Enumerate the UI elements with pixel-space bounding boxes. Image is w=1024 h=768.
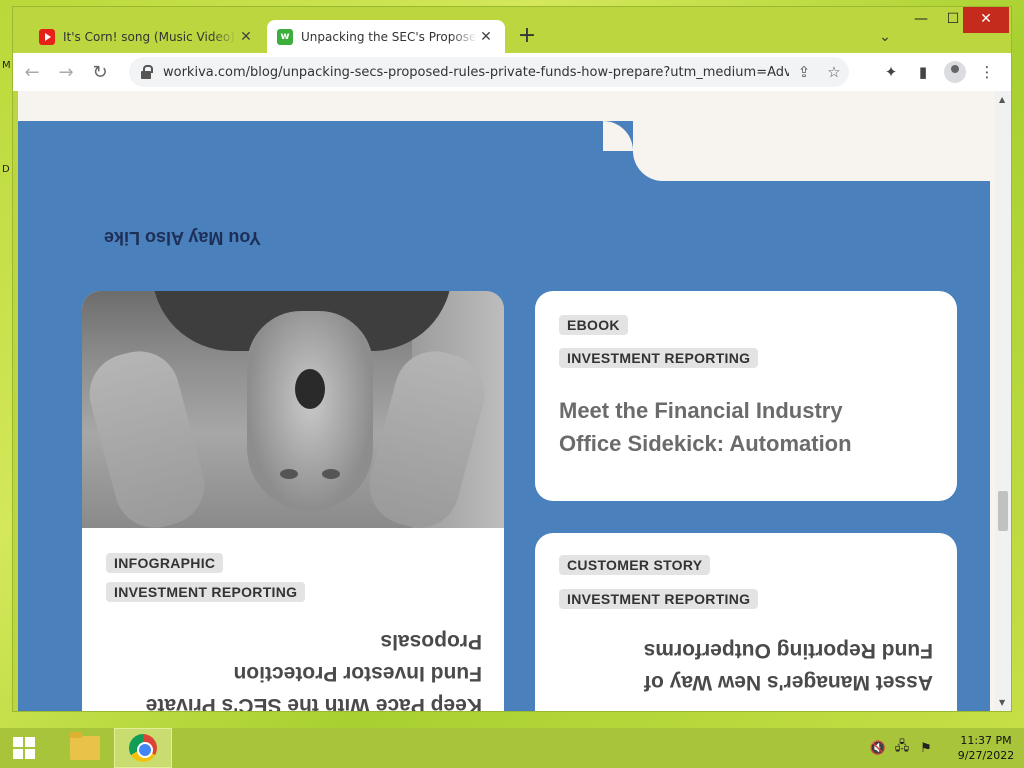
tab-title: Unpacking the SEC's Proposed R bbox=[301, 29, 477, 44]
tab-youtube[interactable]: It's Corn! song (Music Video) - Yo ✕ bbox=[29, 20, 265, 53]
minimize-button[interactable]: — bbox=[903, 7, 939, 33]
card-title-line: Fund Investor Protection bbox=[233, 662, 482, 685]
windows-logo-icon bbox=[13, 737, 35, 759]
start-button[interactable] bbox=[0, 728, 48, 768]
extensions-icon[interactable]: ✦ bbox=[875, 57, 907, 87]
tag-customer-story[interactable]: CUSTOMER STORY bbox=[559, 555, 711, 575]
card-image[interactable] bbox=[82, 291, 504, 528]
tab-search-icon[interactable]: ⌄ bbox=[873, 25, 897, 49]
browser-window: It's Corn! song (Music Video) - Yo ✕ w U… bbox=[12, 6, 1012, 712]
youtube-icon bbox=[39, 28, 55, 45]
desktop-label: D bbox=[2, 164, 10, 175]
related-card[interactable]: EBOOK INVESTMENT REPORTING Meet the Fina… bbox=[535, 291, 957, 501]
tag-investment-reporting[interactable]: INVESTMENT REPORTING bbox=[559, 589, 759, 609]
taskbar-chrome[interactable] bbox=[114, 728, 172, 768]
clock-date: 9/27/2022 bbox=[957, 749, 1015, 762]
tab-title: It's Corn! song (Music Video) - Yo bbox=[63, 29, 237, 44]
card-title-line: Keep Pace With the SEC's Private bbox=[145, 694, 482, 711]
card-title[interactable]: Keep Pace With the SEC's Private Fund In… bbox=[114, 621, 482, 711]
card-title-line: Fund Reporting Outperforms bbox=[643, 639, 933, 662]
section-notch bbox=[633, 121, 990, 181]
tag-investment-reporting[interactable]: INVESTMENT REPORTING bbox=[106, 582, 306, 602]
scroll-thumb[interactable] bbox=[998, 491, 1008, 531]
tab-workiva[interactable]: w Unpacking the SEC's Proposed R ✕ bbox=[267, 20, 505, 53]
folder-icon bbox=[70, 732, 100, 760]
card-title-line: Asset Manager's New Way of bbox=[644, 671, 933, 694]
close-window-button[interactable]: ✕ bbox=[963, 7, 1009, 33]
tag-infographic[interactable]: INFOGRAPHIC bbox=[106, 553, 224, 573]
menu-icon[interactable]: ⋮ bbox=[971, 57, 1003, 87]
share-icon[interactable]: ⇪ bbox=[789, 63, 819, 81]
bookmark-star-icon[interactable]: ☆ bbox=[819, 63, 849, 81]
clock[interactable]: 11:37 PM 9/27/2022 bbox=[948, 733, 1024, 763]
card-title[interactable]: Asset Manager's New Way of Fund Reportin… bbox=[559, 634, 933, 698]
card-title-line: Proposals bbox=[380, 630, 482, 653]
section-title: You May Also Like bbox=[104, 228, 262, 248]
url-text[interactable]: workiva.com/blog/unpacking-secs-proposed… bbox=[163, 65, 789, 80]
related-card[interactable]: CUSTOMER STORY INVESTMENT REPORTING Asse… bbox=[535, 533, 957, 711]
lock-icon[interactable] bbox=[141, 65, 153, 79]
network-icon[interactable]: 🖧 bbox=[890, 737, 914, 759]
reload-button[interactable]: ↻ bbox=[85, 57, 115, 87]
desktop-edge: M D bbox=[0, 0, 12, 728]
section-notch-corner bbox=[603, 121, 633, 151]
taskbar: 🔇 🖧 ⚑ 11:37 PM 9/27/2022 bbox=[0, 728, 1024, 768]
action-center-flag-icon[interactable]: ⚑ bbox=[914, 741, 938, 756]
workiva-icon: w bbox=[277, 28, 293, 45]
browser-toolbar: ← → ↻ workiva.com/blog/unpacking-secs-pr… bbox=[13, 53, 1011, 91]
tag-ebook[interactable]: EBOOK bbox=[559, 315, 628, 335]
card-title-line: Meet the Financial Industry bbox=[559, 398, 843, 423]
tag-investment-reporting[interactable]: INVESTMENT REPORTING bbox=[559, 348, 759, 368]
address-bar[interactable]: workiva.com/blog/unpacking-secs-proposed… bbox=[129, 57, 849, 87]
clock-time: 11:37 PM bbox=[960, 734, 1012, 747]
new-tab-button[interactable]: + bbox=[513, 23, 541, 51]
system-tray: 🔇 🖧 ⚑ 11:37 PM 9/27/2022 bbox=[866, 728, 1024, 768]
taskbar-file-explorer[interactable] bbox=[56, 728, 114, 768]
avatar bbox=[944, 61, 966, 83]
tab-strip: It's Corn! song (Music Video) - Yo ✕ w U… bbox=[13, 7, 1011, 53]
chrome-icon bbox=[129, 734, 157, 762]
desktop-label: M bbox=[2, 60, 11, 71]
close-tab-icon[interactable]: ✕ bbox=[237, 29, 255, 45]
volume-muted-icon[interactable]: 🔇 bbox=[866, 741, 890, 756]
side-panel-icon[interactable]: ▮ bbox=[907, 57, 939, 87]
page-viewport: You May Also Like INFOGRAPHIC INVESTMENT… bbox=[18, 91, 1008, 711]
card-title[interactable]: Meet the Financial Industry Office Sidek… bbox=[559, 394, 939, 460]
card-title-line: Office Sidekick: Automation bbox=[559, 431, 852, 456]
profile-button[interactable] bbox=[939, 57, 971, 87]
related-card[interactable]: INFOGRAPHIC INVESTMENT REPORTING Keep Pa… bbox=[82, 291, 504, 711]
scroll-down-arrow-icon[interactable]: ▼ bbox=[999, 698, 1005, 707]
forward-button[interactable]: → bbox=[51, 57, 81, 87]
close-tab-icon[interactable]: ✕ bbox=[477, 29, 495, 45]
scroll-up-arrow-icon[interactable]: ▲ bbox=[999, 95, 1005, 104]
back-button[interactable]: ← bbox=[17, 57, 47, 87]
page-scrollbar[interactable]: ▲ ▼ bbox=[995, 91, 1011, 711]
